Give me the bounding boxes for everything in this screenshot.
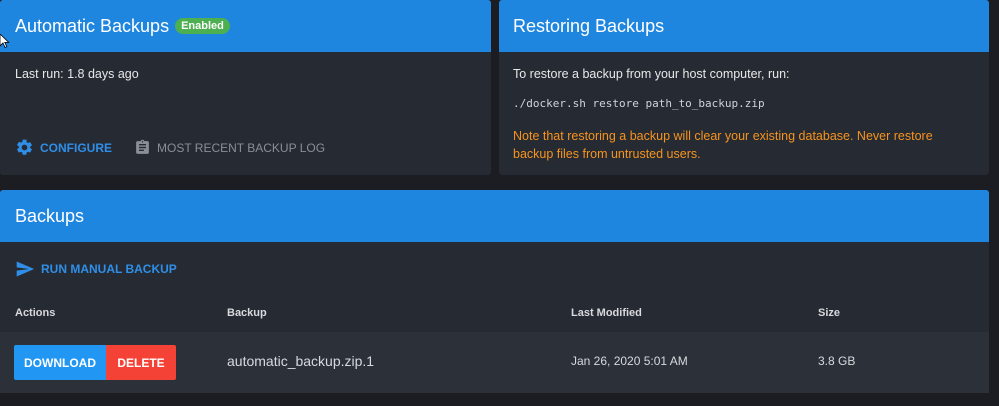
restore-instruction: To restore a backup from your host compu…: [513, 67, 790, 81]
column-header-backup: Backup: [227, 307, 267, 319]
most-recent-backup-log-button[interactable]: MOST RECENT BACKUP LOG: [134, 138, 325, 157]
cursor-icon: [0, 34, 10, 48]
clipboard-icon: [136, 139, 149, 154]
delete-button[interactable]: DELETE: [106, 345, 176, 380]
last-run-text: Last run: 1.8 days ago: [15, 67, 139, 81]
table-row: DOWNLOAD DELETE automatic_backup.zip.1 J…: [0, 332, 989, 393]
restoring-backups-card: Restoring Backups To restore a backup fr…: [499, 0, 989, 175]
automatic-backups-card: Automatic Backups Enabled Last run: 1.8 …: [0, 0, 491, 175]
most-recent-backup-log-label: MOST RECENT BACKUP LOG: [157, 140, 326, 155]
automatic-backups-header: Automatic Backups Enabled: [0, 0, 491, 52]
restore-warning: Note that restoring a backup will clear …: [513, 129, 933, 161]
restoring-backups-title: Restoring Backups: [513, 15, 665, 36]
run-manual-backup-button[interactable]: RUN MANUAL BACKUP: [15, 259, 177, 279]
restoring-backups-header: Restoring Backups: [499, 0, 989, 52]
last-modified-value: Jan 26, 2020 5:01 AM: [571, 354, 688, 368]
configure-button[interactable]: CONFIGURE: [15, 138, 112, 157]
backups-header: Backups: [0, 190, 989, 242]
configure-label: CONFIGURE: [40, 140, 112, 155]
download-button[interactable]: DOWNLOAD: [14, 345, 106, 380]
size-value: 3.8 GB: [818, 354, 856, 368]
automatic-backups-title: Automatic Backups: [15, 15, 170, 36]
column-header-actions: Actions: [15, 307, 56, 319]
send-icon: [16, 261, 35, 277]
gear-icon: [17, 139, 32, 155]
backup-filename: automatic_backup.zip.1: [227, 353, 375, 369]
column-header-size: Size: [818, 307, 841, 319]
backups-title: Backups: [15, 205, 85, 226]
restore-command: ./docker.sh restore path_to_backup.zip: [513, 97, 765, 110]
run-manual-backup-label: RUN MANUAL BACKUP: [41, 262, 177, 276]
column-header-last-modified: Last Modified: [571, 307, 642, 319]
enabled-badge: Enabled: [175, 18, 230, 34]
